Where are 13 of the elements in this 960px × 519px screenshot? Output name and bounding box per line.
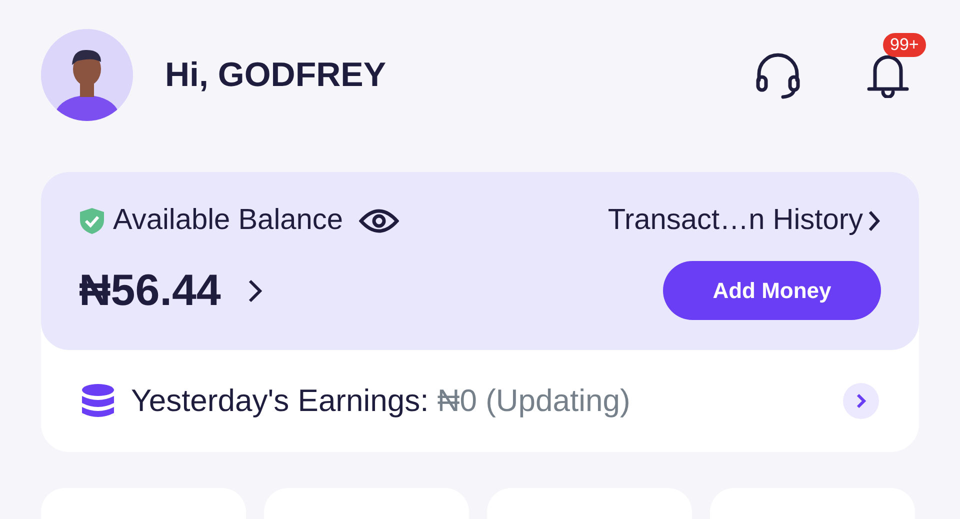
balance-amount: ₦56.44 [79, 266, 221, 316]
chevron-right-icon [867, 208, 881, 232]
coin-stack-icon [81, 383, 115, 419]
notification-badge: 99+ [883, 33, 926, 57]
greeting-text: Hi, GODFREY [165, 56, 388, 94]
earnings-text: Yesterday's Earnings: ₦0 (Updating) [131, 383, 630, 419]
balance-label: Available Balance [113, 204, 344, 237]
transaction-history-link[interactable]: Transact…n History [608, 204, 881, 237]
chevron-right-icon[interactable] [246, 278, 263, 304]
eye-icon[interactable] [359, 206, 400, 234]
chevron-right-icon[interactable] [843, 383, 879, 419]
shield-check-icon [79, 206, 105, 234]
add-money-button[interactable]: Add Money [663, 261, 881, 320]
